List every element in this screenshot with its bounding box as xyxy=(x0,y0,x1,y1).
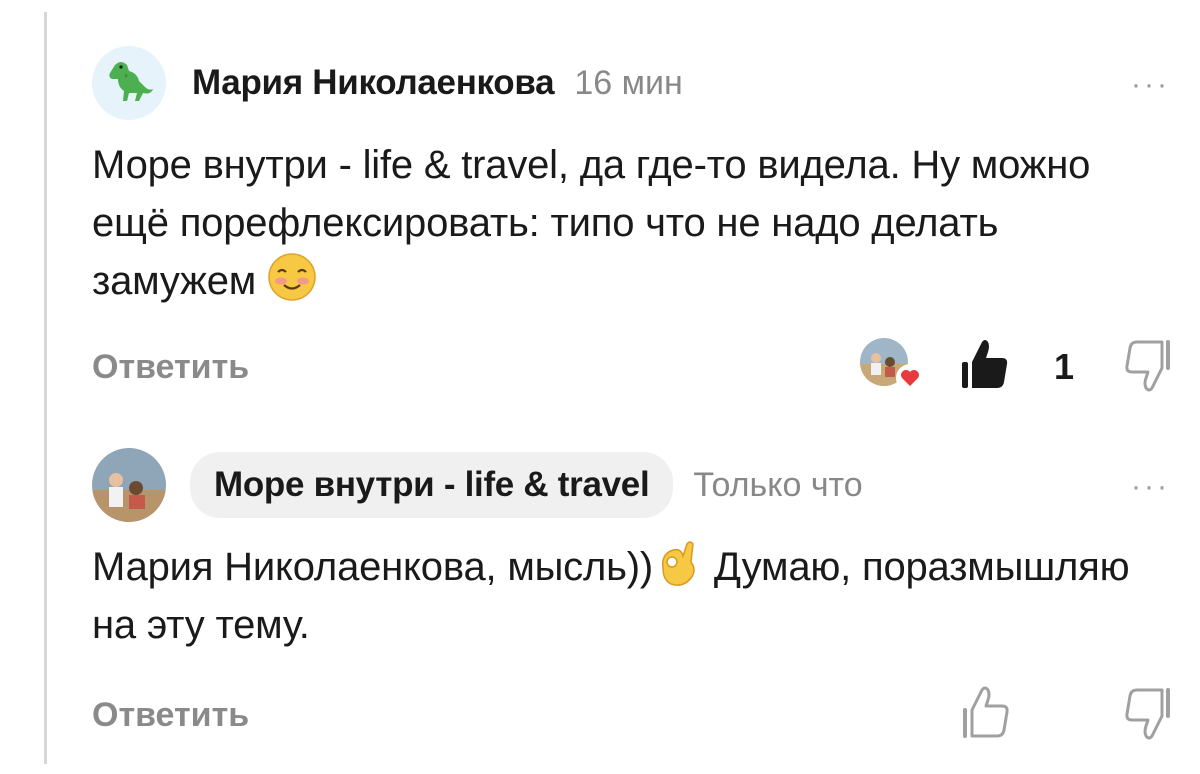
dislike-button[interactable] xyxy=(1124,338,1176,394)
like-button[interactable] xyxy=(958,336,1010,392)
comment-body: Мария Николаенкова, мысль)) xyxy=(92,545,653,589)
comment-actions: Ответить 1 xyxy=(92,336,1170,406)
comment-time: Только что xyxy=(693,465,863,504)
more-options-icon[interactable]: ··· xyxy=(1131,470,1170,504)
comment-time: 16 мин xyxy=(574,63,683,102)
comment-header: Море внутри - life & travel Только что ·… xyxy=(92,440,1170,530)
comment-text: Мария Николаенкова, мысль)) Думаю, пораз… xyxy=(92,538,1170,654)
comment-author[interactable]: Мария Николаенкова xyxy=(192,63,555,103)
avatar[interactable] xyxy=(92,448,166,522)
dislike-button[interactable] xyxy=(1124,686,1176,742)
thumbs-down-outline-icon xyxy=(1125,688,1170,740)
thumbs-up-outline-icon xyxy=(963,686,1009,738)
comment-actions: Ответить xyxy=(92,684,1170,754)
dinosaur-icon xyxy=(109,62,153,101)
comment-header: Мария Николаенкова 16 мин ··· xyxy=(92,38,1170,128)
thumbs-down-outline-icon xyxy=(1125,340,1170,392)
ok-hand-emoji-icon xyxy=(661,541,695,586)
comment-text: Море внутри - life & travel, да где-то в… xyxy=(92,136,1170,310)
comment: Мария Николаенкова 16 мин ··· Море внутр… xyxy=(92,38,1170,406)
more-options-icon[interactable]: ··· xyxy=(1131,68,1170,102)
comment-author[interactable]: Море внутри - life & travel xyxy=(190,452,674,518)
reply-button[interactable]: Ответить xyxy=(92,696,249,735)
smiling-blush-emoji-icon xyxy=(268,253,316,301)
comment: Море внутри - life & travel Только что ·… xyxy=(92,440,1170,754)
heart-icon xyxy=(896,364,924,392)
reply-button[interactable]: Ответить xyxy=(92,348,249,387)
reaction-avatar[interactable] xyxy=(860,338,924,392)
user-photo-icon xyxy=(92,448,166,522)
avatar[interactable] xyxy=(92,46,166,120)
comment-body: Море внутри - life & travel, да где-то в… xyxy=(92,143,1091,303)
like-count: 1 xyxy=(1053,346,1074,387)
like-button[interactable] xyxy=(958,684,1010,740)
thread-line xyxy=(44,12,47,764)
thumbs-up-filled-icon xyxy=(962,340,1008,388)
